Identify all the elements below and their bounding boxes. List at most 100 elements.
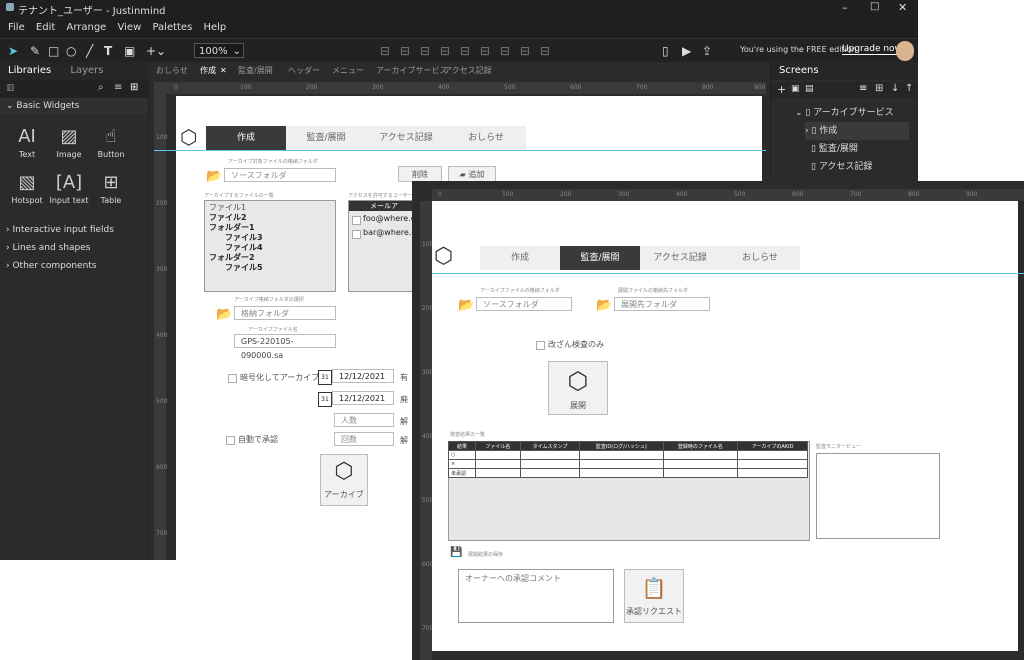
- menu-help[interactable]: Help: [203, 18, 226, 38]
- times-input[interactable]: 回数: [334, 432, 394, 446]
- menu-view[interactable]: View: [118, 18, 142, 38]
- column-header[interactable]: アーカイブのAKID: [737, 441, 808, 451]
- device-icon[interactable]: ▯: [662, 45, 669, 57]
- basic-widgets-header[interactable]: ⌄ Basic Widgets: [0, 98, 148, 114]
- add-widget-icon[interactable]: +⌄: [146, 45, 166, 57]
- folder-icon[interactable]: 📂: [596, 299, 612, 312]
- list-view-icon[interactable]: ≡: [114, 82, 122, 93]
- table-row[interactable]: ○: [448, 450, 808, 460]
- folder-icon[interactable]: 📂: [216, 308, 232, 321]
- distribute-h-icon[interactable]: ⊟: [540, 45, 550, 57]
- align-right-icon[interactable]: ⊟: [420, 45, 430, 57]
- column-header[interactable]: 監査ID(ログ/ハッシュ): [579, 441, 664, 451]
- user-checkbox[interactable]: [352, 216, 361, 225]
- widget-text[interactable]: AI Text: [4, 124, 50, 159]
- maximize-icon[interactable]: □: [870, 1, 879, 12]
- tree-item[interactable]: ファイル5: [225, 262, 263, 273]
- tab-libraries[interactable]: Libraries: [0, 62, 60, 82]
- folder-icon[interactable]: 📂: [206, 170, 222, 183]
- ellipse-tool-icon[interactable]: ○: [66, 45, 76, 57]
- export-icon[interactable]: ⇪: [702, 45, 712, 57]
- library-search[interactable]: ▥ ⌕ ≡ ⊞: [0, 80, 148, 98]
- src-folder-input[interactable]: ソースフォルダ: [224, 168, 336, 182]
- section-interactive[interactable]: › Interactive input fields: [0, 222, 114, 238]
- expand-folder-input[interactable]: 展開先フォルダ: [614, 297, 710, 311]
- align-bottom-icon[interactable]: ⊟: [480, 45, 490, 57]
- folder-icon[interactable]: 📂: [458, 299, 474, 312]
- tab-audit[interactable]: 監査/展開: [286, 126, 366, 150]
- select-tool-icon[interactable]: ➤: [8, 45, 18, 57]
- tab-access-log[interactable]: アクセス記録: [366, 126, 446, 150]
- tab-news[interactable]: おしらせ: [720, 246, 800, 270]
- screen-folder[interactable]: ⌄ ▯ アーカイブサービス: [795, 104, 894, 122]
- archive-button[interactable]: ⬡ アーカイブ: [320, 454, 368, 506]
- search-icon[interactable]: ⌕: [98, 82, 104, 93]
- play-icon[interactable]: ▶: [682, 45, 691, 57]
- dest-folder-input[interactable]: 格納フォルダ: [234, 306, 336, 320]
- screen-item[interactable]: ▯ 監査/展開: [811, 140, 858, 158]
- auto-approve-checkbox[interactable]: [226, 436, 235, 445]
- comment-textarea[interactable]: オーナーへの承認コメント: [458, 569, 614, 623]
- archive-folder-input[interactable]: ソースフォルダ: [476, 297, 572, 311]
- archive-name-input[interactable]: GPS-220105-090000.sa: [234, 334, 336, 360]
- screen-item-active[interactable]: › ▯ 作成: [805, 122, 909, 140]
- minimize-icon[interactable]: –: [842, 1, 848, 14]
- move-up-icon[interactable]: ↑: [905, 83, 913, 94]
- column-header[interactable]: ファイル名: [475, 441, 521, 451]
- doc-tab[interactable]: おしらせ: [156, 62, 188, 80]
- tab-create[interactable]: 作成: [206, 126, 286, 150]
- tab-news[interactable]: おしらせ: [446, 126, 526, 150]
- date-input-start[interactable]: 12/12/2021: [332, 369, 394, 383]
- widget-hotspot[interactable]: ▧ Hotspot: [4, 170, 50, 205]
- align-top-icon[interactable]: ⊟: [440, 45, 450, 57]
- calendar-icon[interactable]: 31: [318, 370, 332, 385]
- distribute-icon[interactable]: ⊟: [500, 45, 510, 57]
- section-other[interactable]: › Other components: [0, 258, 97, 274]
- widget-button[interactable]: ☝ Button: [88, 124, 134, 159]
- tab-audit[interactable]: 監査/展開: [560, 246, 640, 270]
- doc-tab[interactable]: ヘッダー: [288, 62, 320, 80]
- inspect-only-checkbox[interactable]: [536, 341, 545, 350]
- close-icon[interactable]: ✕: [898, 1, 907, 14]
- tab-layers[interactable]: Layers: [62, 62, 111, 80]
- menu-arrange[interactable]: Arrange: [66, 18, 106, 38]
- avatar[interactable]: [896, 41, 914, 61]
- grid-view-icon[interactable]: ⊞: [875, 83, 883, 94]
- approval-request-button[interactable]: 📋 承認リクエスト: [624, 569, 684, 623]
- section-lines[interactable]: › Lines and shapes: [0, 240, 90, 256]
- distribute-v-icon[interactable]: ⊟: [520, 45, 530, 57]
- date-input-end[interactable]: 12/12/2021: [332, 391, 394, 405]
- add-button[interactable]: ▰ 追加: [448, 166, 496, 182]
- doc-tab-active[interactable]: 作成: [200, 62, 216, 80]
- zoom-select[interactable]: 100% ⌄: [194, 43, 244, 58]
- screen-item[interactable]: ▯ アクセス記録: [811, 158, 872, 176]
- doc-tab[interactable]: アーカイブサービス: [376, 62, 448, 80]
- user-checkbox[interactable]: [352, 230, 361, 239]
- menu-edit[interactable]: Edit: [36, 18, 55, 38]
- list-view-icon[interactable]: ≡: [859, 83, 867, 94]
- expand-button[interactable]: ⬡ 展開: [548, 361, 608, 415]
- calendar-icon[interactable]: 31: [318, 392, 332, 407]
- menu-palettes[interactable]: Palettes: [152, 18, 192, 38]
- tab-access-log[interactable]: アクセス記録: [640, 246, 720, 270]
- delete-button[interactable]: 削除: [398, 166, 442, 182]
- doc-tab[interactable]: メニュー: [332, 62, 364, 80]
- doc-tab[interactable]: アクセス記録: [444, 62, 492, 80]
- align-center-icon[interactable]: ⊟: [400, 45, 410, 57]
- add-folder-icon[interactable]: ▤: [805, 84, 814, 94]
- image-tool-icon[interactable]: ▣: [124, 45, 135, 57]
- save-icon[interactable]: 💾: [450, 547, 462, 558]
- column-header[interactable]: 結果: [448, 441, 476, 451]
- text-tool-icon[interactable]: T: [104, 45, 112, 57]
- encrypt-checkbox[interactable]: [228, 374, 237, 383]
- close-tab-icon[interactable]: ✕: [220, 62, 227, 80]
- menu-file[interactable]: File: [8, 18, 25, 38]
- widget-input-text[interactable]: [A] Input text: [46, 170, 92, 205]
- line-tool-icon[interactable]: ╱: [86, 45, 93, 57]
- move-down-icon[interactable]: ↓: [891, 83, 899, 94]
- align-left-icon[interactable]: ⊟: [380, 45, 390, 57]
- count-input[interactable]: 人数: [334, 413, 394, 427]
- grid-view-icon[interactable]: ⊞: [130, 82, 138, 93]
- pen-tool-icon[interactable]: ✎: [30, 45, 40, 57]
- align-middle-icon[interactable]: ⊟: [460, 45, 470, 57]
